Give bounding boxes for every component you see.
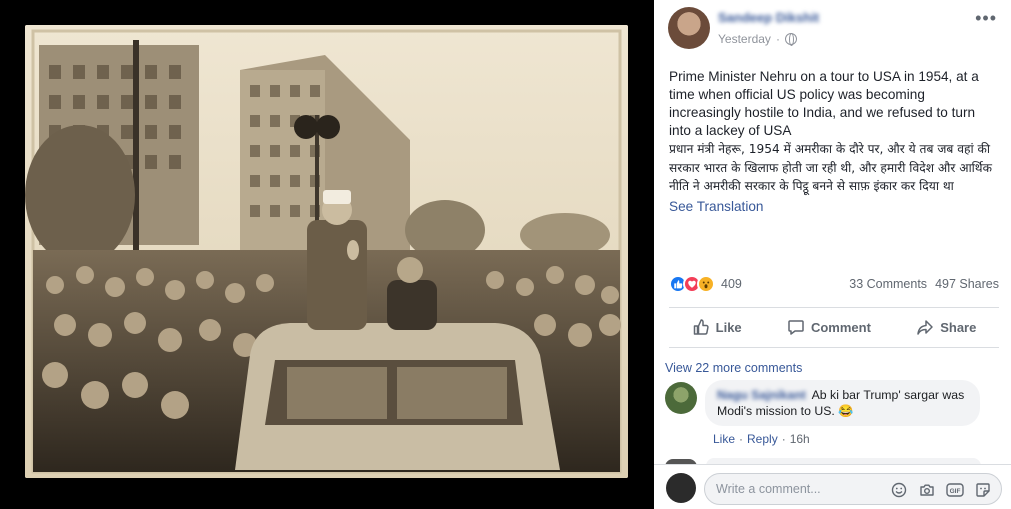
emoji-icon[interactable] xyxy=(890,481,908,499)
comment-composer-bar: GIF xyxy=(654,464,1011,509)
comment-composer: GIF xyxy=(704,473,1002,505)
see-translation-link[interactable]: See Translation xyxy=(669,198,999,216)
reaction-stats: 409 33 Comments 497 Shares xyxy=(669,275,999,297)
dot-separator: · xyxy=(775,32,780,46)
post-timestamp[interactable]: Yesterday xyxy=(718,32,771,46)
post-meta: Yesterday · xyxy=(718,32,797,46)
sticker-icon[interactable] xyxy=(974,481,992,499)
current-user-avatar[interactable] xyxy=(666,473,696,503)
share-arrow-icon xyxy=(916,318,934,336)
reaction-count[interactable]: 409 xyxy=(721,277,742,291)
comment-button[interactable]: Comment xyxy=(777,314,881,340)
comment-reply-link[interactable]: Reply xyxy=(747,432,778,446)
vintage-photo-illustration xyxy=(25,25,628,478)
dot-separator: · xyxy=(739,432,744,446)
comment-timestamp[interactable]: 16h xyxy=(790,432,810,446)
like-label: Like xyxy=(715,319,742,335)
comment-input[interactable] xyxy=(716,480,886,498)
photo-viewer xyxy=(0,0,654,509)
gif-label: GIF xyxy=(950,488,961,495)
share-label: Share xyxy=(940,319,977,335)
comment-bubble: Nagu Sajnikant Ab ki bar Trump' sargar w… xyxy=(705,380,980,426)
comment-label: Comment xyxy=(810,319,871,335)
divider xyxy=(669,347,999,348)
reactions-summary[interactable]: 409 xyxy=(669,275,742,293)
author-name[interactable]: Sandeep Dikshit xyxy=(718,10,819,25)
divider xyxy=(669,307,999,308)
more-options-button[interactable]: ••• xyxy=(975,8,997,29)
comments-count[interactable]: 33 Comments xyxy=(849,277,927,291)
like-button[interactable]: Like xyxy=(682,314,752,340)
post-header: Sandeep Dikshit Yesterday · ••• xyxy=(654,0,1011,58)
globe-icon[interactable] xyxy=(784,33,797,46)
gif-icon[interactable]: GIF xyxy=(946,481,964,499)
commenter-name[interactable]: Nagu Sajnikant xyxy=(717,387,806,403)
laughing-emoji-icon: 😂 xyxy=(838,404,854,418)
share-button[interactable]: Share xyxy=(906,314,986,340)
post-photo[interactable] xyxy=(25,25,628,478)
shares-count[interactable]: 497 Shares xyxy=(935,277,999,291)
thumbs-up-icon xyxy=(692,318,710,336)
post-body: Prime Minister Nehru on a tour to USA in… xyxy=(669,68,999,216)
commenter-avatar[interactable] xyxy=(665,382,697,414)
engagement-counts: 33 Comments 497 Shares xyxy=(849,277,999,291)
comment-like-link[interactable]: Like xyxy=(713,432,735,446)
author-avatar[interactable] xyxy=(668,7,710,49)
camera-icon[interactable] xyxy=(918,481,936,499)
view-more-comments-link[interactable]: View 22 more comments xyxy=(665,361,802,375)
composer-tools: GIF xyxy=(890,481,992,499)
post-panel: Sandeep Dikshit Yesterday · ••• Prime Mi… xyxy=(654,0,1011,509)
wow-icon xyxy=(697,275,715,293)
post-text-english: Prime Minister Nehru on a tour to USA in… xyxy=(669,69,979,138)
comment-bubble-icon xyxy=(787,318,805,336)
post-actions: Like Comment Share xyxy=(669,312,999,342)
comment-actions: Like · Reply · 16h xyxy=(713,432,810,446)
dot-separator: · xyxy=(781,432,786,446)
post-text-hindi: प्रधान मंत्री नेहरू, 1954 में अमरीका के … xyxy=(669,142,992,193)
